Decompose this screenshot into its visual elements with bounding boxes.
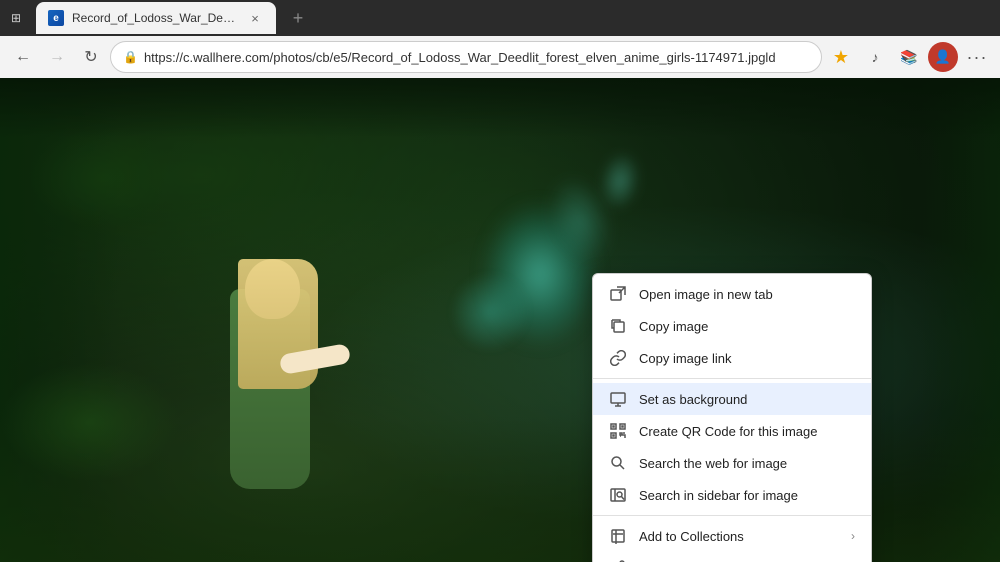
menu-arrow-add-collections: ›	[851, 529, 855, 543]
menu-label-search-web: Search the web for image	[639, 456, 855, 471]
more-options-button[interactable]: ···	[962, 42, 992, 72]
lock-icon: 🔒	[123, 50, 138, 64]
menu-item-set-background[interactable]: Set as background	[593, 383, 871, 415]
collections-button[interactable]: 📚	[894, 42, 924, 72]
back-button[interactable]: ←	[8, 42, 38, 72]
browser-frame: ⊞ e Record_of_Lodoss_War_Deedlit... × + …	[0, 0, 1000, 562]
menu-icon-link	[609, 349, 627, 367]
menu-item-search-web[interactable]: Search the web for image	[593, 447, 871, 479]
read-aloud-button[interactable]: ♪	[860, 42, 890, 72]
menu-item-copy-image[interactable]: Copy image	[593, 310, 871, 342]
menu-divider	[593, 515, 871, 516]
menu-item-search-sidebar[interactable]: Search in sidebar for image	[593, 479, 871, 511]
elf-character	[200, 189, 400, 489]
menu-label-add-collections: Add to Collections	[639, 529, 839, 544]
menu-item-add-collections[interactable]: Add to Collections ›	[593, 520, 871, 552]
menu-icon-copy	[609, 317, 627, 335]
new-tab-button[interactable]: +	[284, 4, 312, 32]
forest-background: Open image in new tab Copy image Copy imag…	[0, 78, 1000, 562]
menu-label-set-background: Set as background	[639, 392, 855, 407]
address-bar[interactable]: 🔒 https://c.wallhere.com/photos/cb/e5/Re…	[110, 41, 822, 73]
page-content: Open image in new tab Copy image Copy imag…	[0, 78, 1000, 562]
foliage-top	[0, 78, 1000, 138]
tab-close-button[interactable]: ×	[246, 9, 264, 27]
menu-divider	[593, 378, 871, 379]
url-text: https://c.wallhere.com/photos/cb/e5/Reco…	[144, 50, 809, 65]
menu-label-copy-image: Copy image	[639, 319, 855, 334]
ambient-glow-1	[450, 272, 530, 352]
forward-button[interactable]: →	[42, 42, 72, 72]
bookmark-button[interactable]: ★	[826, 42, 856, 72]
menu-item-create-qr[interactable]: Create QR Code for this image	[593, 415, 871, 447]
menu-icon-search	[609, 454, 627, 472]
menu-icon-qr	[609, 422, 627, 440]
title-bar: ⊞ e Record_of_Lodoss_War_Deedlit... × +	[0, 0, 1000, 36]
menu-label-open-new-tab: Open image in new tab	[639, 287, 855, 302]
menu-icon-background	[609, 390, 627, 408]
system-icon: ⊞	[8, 10, 24, 26]
nav-actions: ★ ♪ 📚 👤 ···	[826, 42, 992, 72]
menu-icon-sidebar	[609, 486, 627, 504]
menu-item-share[interactable]: Share	[593, 552, 871, 562]
nav-bar: ← → ↻ 🔒 https://c.wallhere.com/photos/cb…	[0, 36, 1000, 78]
tab-title: Record_of_Lodoss_War_Deedlit...	[72, 11, 238, 25]
menu-icon-external	[609, 285, 627, 303]
menu-label-copy-image-link: Copy image link	[639, 351, 855, 366]
foliage-mid-left	[30, 128, 180, 228]
browser-tab[interactable]: e Record_of_Lodoss_War_Deedlit... ×	[36, 2, 276, 34]
menu-item-copy-image-link[interactable]: Copy image link	[593, 342, 871, 374]
foliage-bottom-left	[0, 362, 180, 482]
menu-item-open-new-tab[interactable]: Open image in new tab	[593, 278, 871, 310]
tab-favicon: e	[48, 10, 64, 26]
menu-label-search-sidebar: Search in sidebar for image	[639, 488, 855, 503]
profile-button[interactable]: 👤	[928, 42, 958, 72]
menu-icon-collections	[609, 527, 627, 545]
menu-label-create-qr: Create QR Code for this image	[639, 424, 855, 439]
context-menu: Open image in new tab Copy image Copy imag…	[592, 273, 872, 562]
refresh-button[interactable]: ↻	[76, 42, 106, 72]
